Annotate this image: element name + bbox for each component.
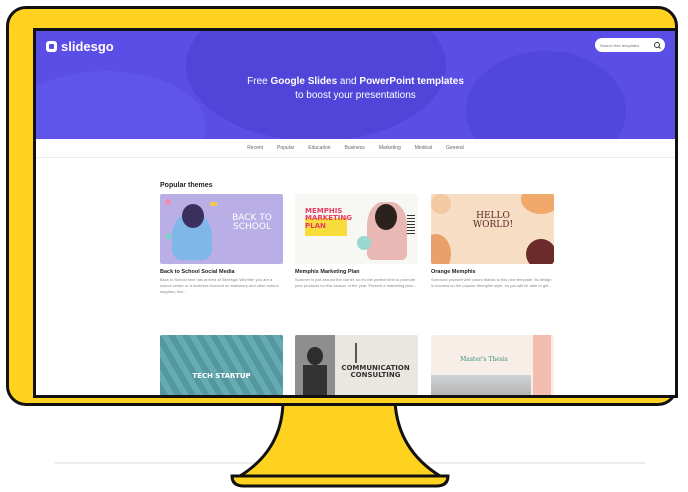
thumbnail-text: MEMPHIS MARKETING PLAN (305, 207, 352, 230)
card-title[interactable]: Memphis Marketing Plan (295, 269, 418, 275)
card-description: Surround yourself with colors thanks to … (431, 277, 552, 288)
thumbnail-text: BACK TO SCHOOL (232, 213, 272, 233)
hero-banner: slidesgo Free Google Slides and PowerPoi… (36, 31, 675, 139)
theme-thumbnail[interactable]: MEMPHIS MARKETING PLAN (295, 194, 418, 264)
hero-google-slides: Google Slides (270, 76, 338, 87)
logo-text: slidesgo (61, 39, 114, 54)
card-title[interactable]: Back to School Social Media (160, 269, 283, 275)
nav-item-business[interactable]: Business (345, 145, 365, 151)
theme-thumbnail[interactable]: Master's Thesis (431, 335, 554, 395)
theme-thumbnail[interactable]: BACK TO SCHOOL (160, 194, 283, 264)
theme-thumbnail[interactable]: HELLO WORLD! (431, 194, 554, 264)
hero-text: Free (247, 76, 271, 87)
monitor-frame: slidesgo Free Google Slides and PowerPoi… (6, 6, 678, 406)
slidesgo-logo[interactable]: slidesgo (46, 39, 114, 54)
thumbnail-text: TECH STARTUP (192, 372, 251, 380)
nav-item-education[interactable]: Education (308, 145, 330, 151)
nav-item-medical[interactable]: Medical (415, 145, 432, 151)
theme-card[interactable]: Master's Thesis (431, 335, 554, 395)
card-title[interactable]: Orange Memphis (431, 269, 554, 275)
thumbnail-text: HELLO WORLD! (472, 211, 514, 231)
nav-item-general[interactable]: General (446, 145, 464, 151)
search-input[interactable] (600, 42, 652, 48)
theme-card[interactable]: BACK TO SCHOOL Back to School Social Med… (160, 194, 283, 295)
hero-powerpoint: PowerPoint templates (359, 76, 464, 87)
theme-card[interactable]: COMMUNICATION CONSULTING (295, 335, 418, 395)
theme-card[interactable]: HELLO WORLD! Orange Memphis Surround you… (431, 194, 554, 289)
search-box[interactable] (595, 38, 665, 52)
category-nav: Recent Popular Education Business Market… (36, 139, 675, 158)
nav-item-marketing[interactable]: Marketing (379, 145, 401, 151)
theme-thumbnail[interactable]: TECH STARTUP (160, 335, 283, 395)
thumbnail-text: Master's Thesis (460, 356, 508, 363)
theme-thumbnail[interactable]: COMMUNICATION CONSULTING (295, 335, 418, 395)
hero-title: Free Google Slides and PowerPoint templa… (36, 75, 675, 103)
screen: slidesgo Free Google Slides and PowerPoi… (33, 28, 678, 398)
nav-item-recent[interactable]: Recent (247, 145, 263, 151)
section-title: Popular themes (160, 182, 213, 189)
hero-subtitle: to boost your presentations (295, 90, 416, 101)
card-description: Back to School time has arrived at Slide… (160, 277, 279, 294)
hero-text: and (337, 76, 360, 87)
nav-item-popular[interactable]: Popular (277, 145, 294, 151)
thumbnail-text: COMMUNICATION CONSULTING (341, 364, 410, 380)
theme-card[interactable]: TECH STARTUP (160, 335, 283, 395)
search-icon[interactable] (654, 42, 660, 48)
theme-card[interactable]: MEMPHIS MARKETING PLAN Memphis Marketing… (295, 194, 418, 289)
logo-icon (46, 41, 57, 52)
card-description: Summer is just around the corner, so it'… (295, 277, 417, 288)
